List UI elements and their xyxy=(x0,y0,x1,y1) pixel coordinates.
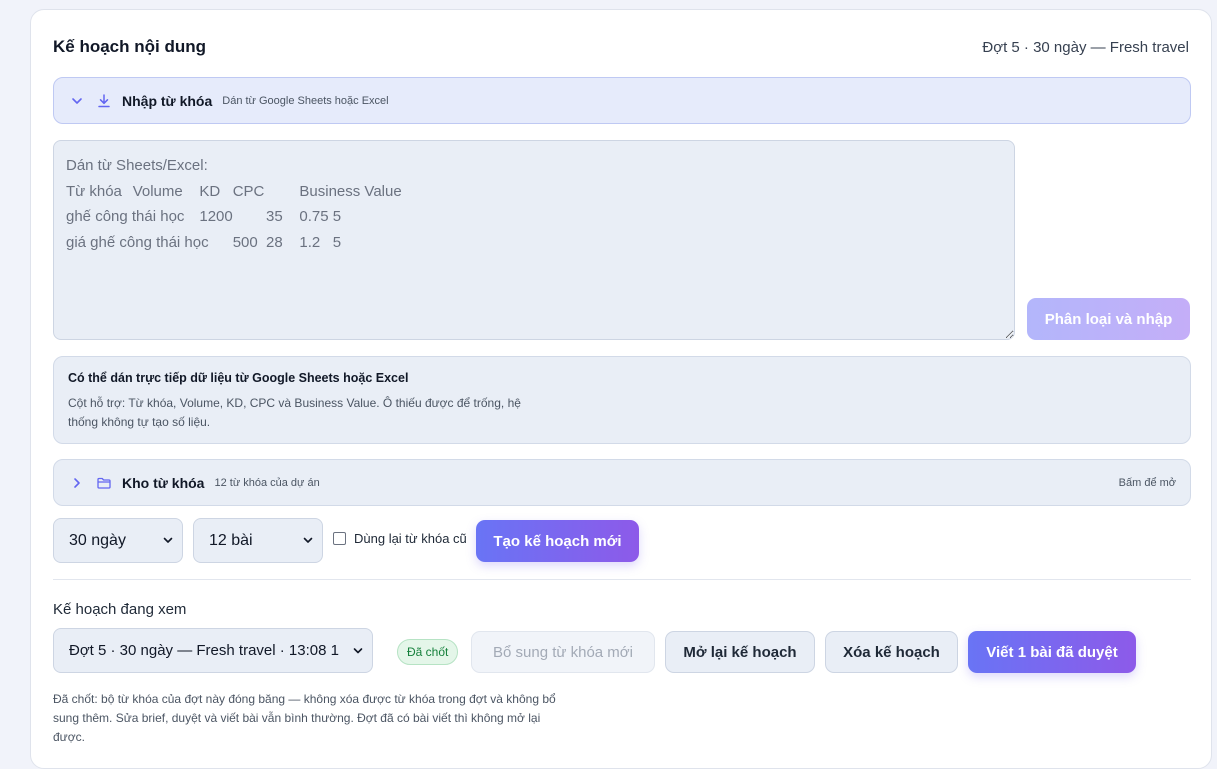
create-plan-button[interactable]: Tạo kế hoạch mới xyxy=(476,520,639,562)
days-select-value: 30 ngày xyxy=(69,531,126,549)
keyword-bank-subtitle: 12 từ khóa của dự án xyxy=(214,476,320,489)
content-plan-card: Kế hoạch nội dung Đợt 5 · 30 ngày — Fres… xyxy=(30,9,1212,769)
import-section-title: Nhập từ khóa xyxy=(122,92,213,109)
help-title: Có thể dán trực tiếp dữ liệu từ Google S… xyxy=(68,371,409,385)
import-section-toggle[interactable]: Nhập từ khóa Dán từ Google Sheets hoặc E… xyxy=(53,77,1191,124)
plan-select[interactable]: Đợt 5 · 30 ngày — Fresh travel · 13:08 1… xyxy=(53,628,373,673)
download-icon xyxy=(96,93,112,109)
paste-help-box: Có thể dán trực tiếp dữ liệu từ Google S… xyxy=(53,356,1191,444)
reuse-keywords-option[interactable]: Dùng lại từ khóa cũ xyxy=(333,531,467,546)
chevron-down-icon xyxy=(303,532,313,550)
folder-icon xyxy=(96,475,112,491)
keyword-bank-hint: Bấm để mở xyxy=(1118,476,1176,489)
reopen-plan-button[interactable]: Mở lại kế hoạch xyxy=(665,631,815,673)
status-badge: Đã chốt xyxy=(397,639,459,665)
chevron-down-icon xyxy=(353,642,363,659)
locked-plan-note: Đã chốt: bộ từ khóa của đợt này đóng băn… xyxy=(53,692,556,744)
divider xyxy=(53,579,1191,580)
chevron-down-icon xyxy=(70,94,84,108)
keyword-bank-title: Kho từ khóa xyxy=(122,474,205,491)
page-title: Kế hoạch nội dung xyxy=(53,37,206,56)
write-approved-post-button[interactable]: Viết 1 bài đã duyệt xyxy=(968,631,1136,673)
reuse-keywords-checkbox[interactable] xyxy=(333,532,346,545)
help-text: Cột hỗ trợ: Từ khóa, Volume, KD, CPC và … xyxy=(68,396,521,429)
add-keywords-button[interactable]: Bổ sung từ khóa mới xyxy=(471,631,655,673)
reuse-keywords-label: Dùng lại từ khóa cũ xyxy=(354,531,467,546)
plan-select-value: Đợt 5 · 30 ngày — Fresh travel · 13:08 1… xyxy=(69,642,339,659)
days-select[interactable]: 30 ngày xyxy=(53,518,183,563)
import-section-subtitle: Dán từ Google Sheets hoặc Excel xyxy=(222,94,389,107)
classify-import-button[interactable]: Phân loại và nhập xyxy=(1027,298,1190,340)
batch-label: Đợt 5 · 30 ngày — Fresh travel xyxy=(982,39,1189,56)
posts-select[interactable]: 12 bài xyxy=(193,518,323,563)
keyword-paste-textarea[interactable] xyxy=(53,140,1015,340)
chevron-down-icon xyxy=(163,532,173,550)
keyword-bank-toggle[interactable]: Kho từ khóa 12 từ khóa của dự án Bấm để … xyxy=(53,459,1191,506)
chevron-right-icon xyxy=(70,476,84,490)
viewing-plan-label: Kế hoạch đang xem xyxy=(53,601,187,618)
delete-plan-button[interactable]: Xóa kế hoạch xyxy=(825,631,958,673)
posts-select-value: 12 bài xyxy=(209,531,253,549)
